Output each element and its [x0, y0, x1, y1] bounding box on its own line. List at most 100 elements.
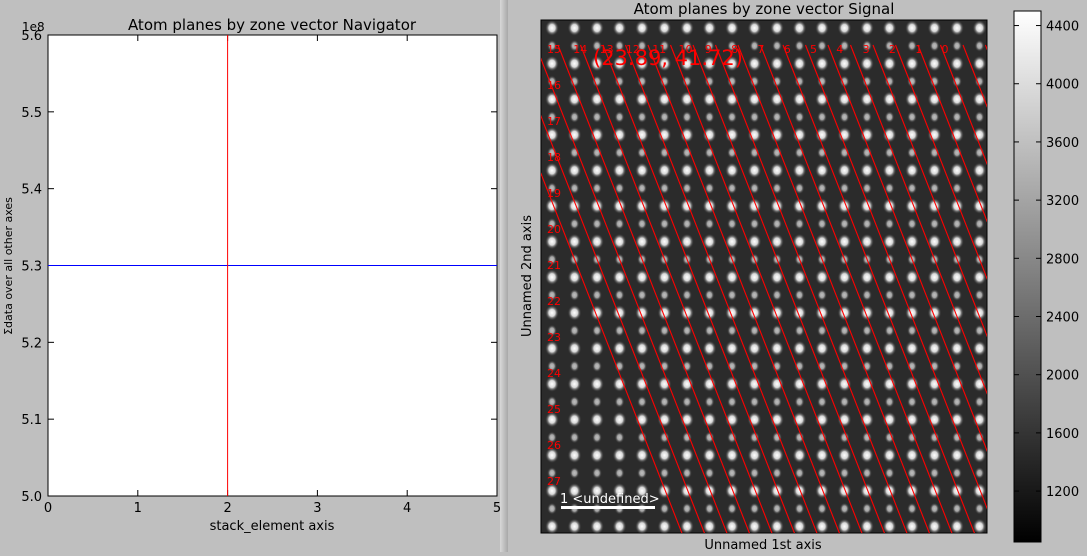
atom-column [793, 518, 807, 534]
atom-column [770, 447, 784, 463]
atom-column-minor [840, 218, 850, 230]
atom-column-minor [840, 396, 850, 408]
atom-column [838, 56, 852, 72]
atom-column-minor [952, 538, 962, 550]
atom-column-minor [930, 218, 940, 230]
plane-label: 1 [915, 43, 922, 56]
navigator-x-label: stack_element axis [210, 519, 335, 534]
atom-column-minor [615, 431, 625, 443]
atom-column [658, 305, 672, 321]
plane-label: 16 [547, 79, 561, 92]
atom-column-minor [930, 289, 940, 301]
atom-column-minor [637, 396, 647, 408]
atom-column-minor [907, 467, 917, 479]
atom-column-minor [570, 325, 580, 337]
navigator-title: Atom planes by zone vector Navigator [128, 16, 417, 34]
atom-column-minor [705, 467, 715, 479]
atom-column [703, 376, 717, 392]
plane-label: 6 [784, 43, 791, 56]
atom-column-minor [840, 538, 850, 550]
atom-column [680, 376, 694, 392]
panel-divider[interactable] [500, 0, 508, 552]
atom-column [748, 376, 762, 392]
atom-column-minor [817, 503, 827, 515]
atom-column [568, 412, 582, 428]
atom-column-minor [750, 111, 760, 123]
atom-column [860, 483, 874, 499]
atom-column [680, 305, 694, 321]
atom-column [860, 56, 874, 72]
atom-column [860, 447, 874, 463]
atom-column [815, 305, 829, 321]
plane-label: 20 [547, 223, 561, 236]
atom-column-minor [885, 503, 895, 515]
atom-column [748, 162, 762, 178]
y-tick-label: 5.1 [21, 413, 42, 428]
atom-column [635, 20, 649, 36]
atom-column-minor [862, 538, 872, 550]
atom-column-minor [952, 396, 962, 408]
atom-column [748, 127, 762, 143]
atom-column-minor [772, 396, 782, 408]
atom-column [680, 447, 694, 463]
atom-column-minor [592, 467, 602, 479]
atom-column-minor [615, 538, 625, 550]
atom-column-minor [705, 218, 715, 230]
atom-column-minor [930, 503, 940, 515]
atom-column [928, 447, 942, 463]
plane-label: 15 [547, 43, 561, 56]
atom-column [635, 305, 649, 321]
atom-column-minor [817, 218, 827, 230]
atom-column [928, 376, 942, 392]
atom-column [613, 518, 627, 534]
atom-column [590, 20, 604, 36]
atom-column-minor [682, 218, 692, 230]
atom-column [703, 162, 717, 178]
atom-column-minor [615, 396, 625, 408]
atom-column [545, 127, 559, 143]
atom-column [950, 305, 964, 321]
colorbar-tick-label: 2400 [1046, 311, 1079, 326]
atom-column-minor [547, 538, 557, 550]
atom-column [950, 447, 964, 463]
atom-column-minor [570, 396, 580, 408]
atom-column [590, 127, 604, 143]
atom-column-minor [592, 431, 602, 443]
atom-column [635, 447, 649, 463]
atom-column-minor [772, 467, 782, 479]
atom-column [680, 162, 694, 178]
atom-column [973, 376, 987, 392]
atom-column-minor [750, 503, 760, 515]
atom-column-minor [930, 396, 940, 408]
atom-column-minor [952, 467, 962, 479]
atom-column [883, 20, 897, 36]
atom-column [928, 340, 942, 356]
colorbar-tick-label: 1600 [1046, 427, 1079, 442]
atom-column-minor [570, 289, 580, 301]
atom-column-minor [885, 538, 895, 550]
atom-column [725, 376, 739, 392]
atom-column [568, 376, 582, 392]
atom-column-minor [615, 218, 625, 230]
atom-column [748, 340, 762, 356]
atom-column-minor [615, 289, 625, 301]
atom-column-minor [705, 111, 715, 123]
atom-column [680, 340, 694, 356]
atom-column-minor [660, 289, 670, 301]
atom-column-minor [817, 111, 827, 123]
atom-column-minor [682, 538, 692, 550]
atom-column [680, 518, 694, 534]
atom-column [680, 127, 694, 143]
atom-column-minor [907, 396, 917, 408]
atom-column [905, 340, 919, 356]
atom-column [838, 483, 852, 499]
atom-column [613, 127, 627, 143]
plane-label: 21 [547, 259, 561, 272]
atom-column [770, 483, 784, 499]
atom-column-minor [727, 467, 737, 479]
atom-column-minor [750, 218, 760, 230]
atom-column [815, 447, 829, 463]
atom-column [815, 127, 829, 143]
atom-column [568, 305, 582, 321]
atom-column-minor [750, 467, 760, 479]
